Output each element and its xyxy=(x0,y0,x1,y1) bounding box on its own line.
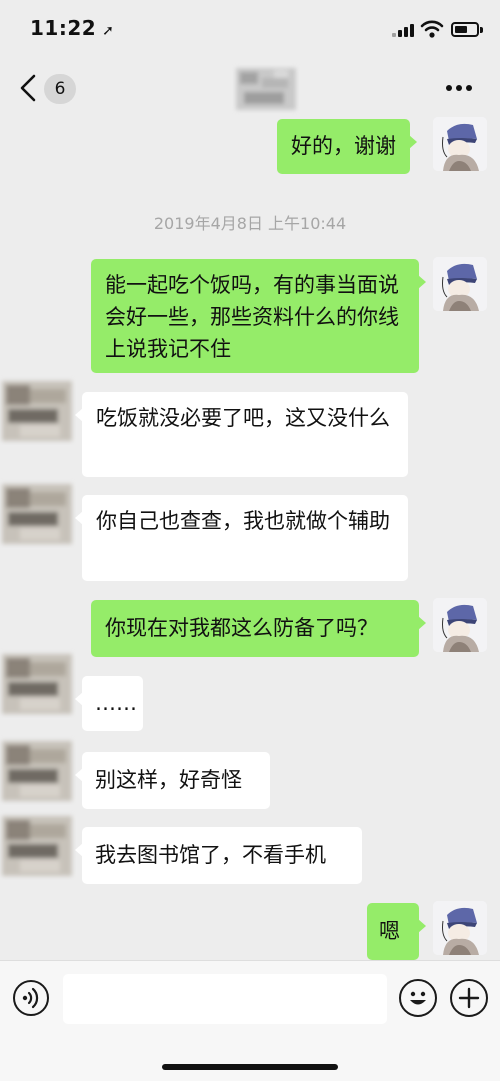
my-avatar[interactable] xyxy=(433,117,487,171)
message-text: 别这样，好奇怪 xyxy=(95,768,242,792)
my-avatar[interactable] xyxy=(433,598,487,652)
contact-avatar[interactable] xyxy=(0,735,76,805)
status-bar: 11:22 ➚ xyxy=(0,0,500,60)
message-text: …… xyxy=(95,691,137,715)
message-text: 吃饭就没必要了吧，这又没什么 xyxy=(96,406,390,430)
message-bubble-sent[interactable]: 能一起吃个饭吗，有的事当面说会好一些，那些资料什么的你线上说我记不住 xyxy=(91,259,426,373)
message-bubble-received[interactable]: 我去图书馆了，不看手机 xyxy=(75,827,362,884)
my-avatar[interactable] xyxy=(433,257,487,311)
my-avatar[interactable] xyxy=(433,901,487,955)
message-text: 我去图书馆了，不看手机 xyxy=(95,843,326,867)
message-bubble-sent[interactable]: 你现在对我都这么防备了吗？ xyxy=(91,600,426,657)
unread-count-badge[interactable]: 6 xyxy=(44,74,76,104)
message-bubble-sent[interactable]: 好的，谢谢 xyxy=(277,119,417,174)
message-text: 好的，谢谢 xyxy=(291,134,396,158)
voice-icon[interactable] xyxy=(13,980,49,1016)
message-timestamp: 2019年4月8日 上午10:44 xyxy=(153,214,347,233)
message-bubble-received[interactable]: 你自己也查查，我也就做个辅助 xyxy=(75,495,408,581)
cellular-signal-icon xyxy=(392,23,414,37)
contact-avatar[interactable] xyxy=(0,810,76,880)
message-text: 你自己也查查，我也就做个辅助 xyxy=(96,509,390,533)
wifi-icon xyxy=(420,20,444,38)
message-bubble-received[interactable]: 吃饭就没必要了吧，这又没什么 xyxy=(75,392,408,477)
chat-title-blurred xyxy=(236,68,296,110)
contact-avatar[interactable] xyxy=(0,478,76,548)
input-bar xyxy=(0,960,500,1081)
message-text: 能一起吃个饭吗，有的事当面说会好一些，那些资料什么的你线上说我记不住 xyxy=(105,273,399,361)
plus-icon[interactable] xyxy=(450,979,488,1017)
message-input[interactable] xyxy=(63,974,387,1024)
message-bubble-received[interactable]: 别这样，好奇怪 xyxy=(75,752,270,809)
message-text: 你现在对我都这么防备了吗？ xyxy=(105,616,378,640)
message-bubble-sent[interactable]: 嗯 xyxy=(367,903,426,960)
battery-icon xyxy=(451,22,483,37)
status-time: 11:22 ➚ xyxy=(30,16,114,40)
location-arrow-icon: ➚ xyxy=(102,23,115,39)
contact-avatar[interactable] xyxy=(0,648,76,718)
message-bubble-received[interactable]: …… xyxy=(75,676,143,731)
chevron-left-icon[interactable] xyxy=(16,73,42,103)
chat-header: 6 xyxy=(0,60,500,118)
more-dots-icon[interactable] xyxy=(446,85,474,93)
emoji-icon[interactable] xyxy=(399,979,437,1017)
home-indicator[interactable] xyxy=(162,1064,338,1070)
contact-avatar[interactable] xyxy=(0,375,76,445)
message-text: 嗯 xyxy=(379,919,400,943)
clock-text: 11:22 xyxy=(30,16,97,40)
